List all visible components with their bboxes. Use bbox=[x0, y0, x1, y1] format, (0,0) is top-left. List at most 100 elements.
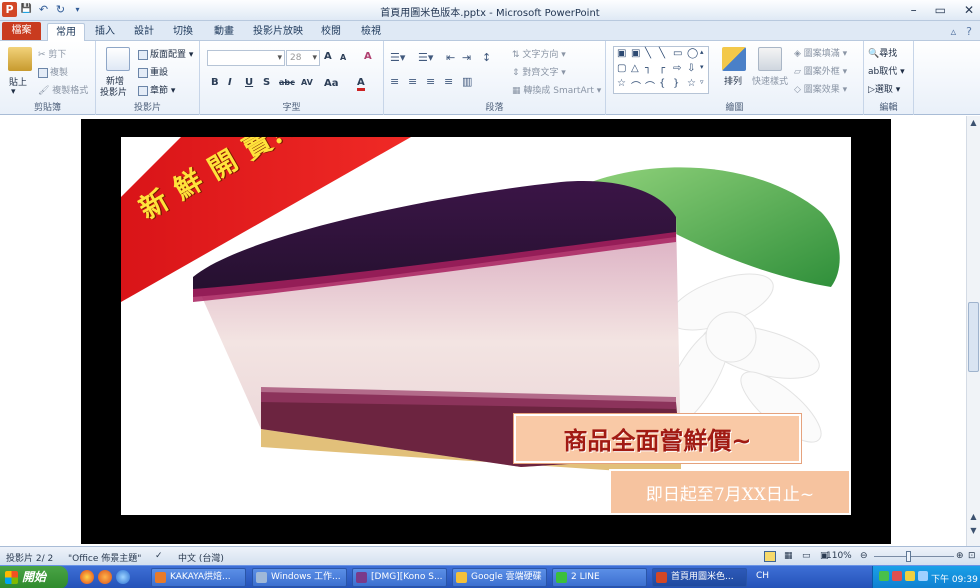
align-center-icon[interactable]: ≡ bbox=[408, 75, 417, 88]
convert-smartart-button[interactable]: ▦ 轉換成 SmartArt ▾ bbox=[512, 83, 601, 96]
brace-shape-icon[interactable]: { bbox=[659, 78, 665, 89]
font-color-button[interactable]: A bbox=[357, 77, 365, 91]
align-left-icon[interactable]: ≡ bbox=[390, 75, 399, 88]
zoom-out-icon[interactable]: ⊖ bbox=[860, 551, 868, 561]
taskbar-item-dmg[interactable]: [DMG][Kono S... bbox=[352, 568, 447, 587]
arrange-button[interactable]: 排列 bbox=[724, 74, 742, 87]
shape-effects-button[interactable]: ◇ 圖案效果 ▾ bbox=[794, 82, 847, 95]
quick-styles-icon[interactable] bbox=[758, 47, 782, 71]
firefox-quicklaunch-icon[interactable] bbox=[98, 570, 112, 584]
arrange-icon[interactable] bbox=[722, 47, 746, 71]
tab-view[interactable]: 檢視 bbox=[354, 23, 388, 41]
select-button[interactable]: ▷選取 ▾ bbox=[868, 82, 900, 95]
bullets-icon[interactable]: ☰▾ bbox=[390, 51, 405, 64]
shape-fill-button[interactable]: ◈ 圖案填滿 ▾ bbox=[794, 46, 847, 59]
right-arrow-shape-icon[interactable]: ⇨ bbox=[673, 63, 681, 74]
tray-icon-2[interactable] bbox=[892, 571, 902, 581]
vertical-textbox-shape-icon[interactable]: ▣ bbox=[631, 48, 640, 59]
tray-icon-3[interactable] bbox=[905, 571, 915, 581]
tab-home[interactable]: 常用 bbox=[47, 23, 85, 41]
triangle-shape-icon[interactable]: △ bbox=[631, 63, 639, 74]
reset-button[interactable]: 重設 bbox=[138, 65, 168, 78]
curve-shape-icon[interactable]: ⌒ bbox=[631, 78, 641, 93]
new-slide-button-line2[interactable]: 投影片 bbox=[100, 85, 127, 98]
tab-transitions[interactable]: 切換 bbox=[166, 23, 200, 41]
scroll-up-page-icon[interactable]: ▲ bbox=[967, 512, 980, 521]
ie-quicklaunch-icon[interactable] bbox=[116, 570, 130, 584]
bold-button[interactable]: B bbox=[211, 77, 219, 88]
cut-button[interactable]: ✂ 剪下 bbox=[38, 47, 66, 60]
taskbar-item-powerpoint[interactable]: 首頁用圖米色... bbox=[652, 568, 747, 587]
input-language-indicator[interactable]: CH bbox=[756, 571, 769, 581]
minimize-button[interactable]: – bbox=[911, 3, 917, 17]
taskbar-item-google-drive[interactable]: Google 雲端硬碟 bbox=[452, 568, 547, 587]
zoom-slider-track[interactable] bbox=[874, 556, 954, 557]
gallery-more-icon[interactable]: ▿ bbox=[700, 78, 704, 86]
tab-file[interactable]: 檔案 bbox=[2, 22, 41, 40]
align-text-button[interactable]: ⇕ 對齊文字 ▾ bbox=[512, 65, 566, 78]
font-name-dropdown[interactable]: ▾ bbox=[207, 50, 285, 66]
quick-styles-button[interactable]: 快速樣式 bbox=[752, 74, 788, 87]
textbox-shape-icon[interactable]: ▣ bbox=[617, 48, 626, 59]
spellcheck-icon[interactable]: ✓ bbox=[155, 551, 163, 561]
collapse-ribbon-icon[interactable]: ▵ bbox=[951, 25, 957, 38]
zoom-slider-thumb[interactable] bbox=[906, 551, 911, 562]
down-arrow-shape-icon[interactable]: ⇩ bbox=[687, 63, 695, 74]
shapes-gallery[interactable]: ▣ ▣ ╲ ╲ ▭ ◯ ▢ △ ┐ ┌ ⇨ ⇩ ☆ ⌒ ⌒ { } ☆ ▴ ▾ … bbox=[613, 46, 709, 94]
decrease-indent-icon[interactable]: ⇤ bbox=[446, 51, 455, 64]
language-status[interactable]: 中文 (台灣) bbox=[178, 551, 224, 564]
gallery-scroll-up-icon[interactable]: ▴ bbox=[700, 48, 704, 56]
gallery-scroll-down-icon[interactable]: ▾ bbox=[700, 63, 704, 71]
tray-icon-4[interactable] bbox=[918, 571, 928, 581]
brace-shape-icon-2[interactable]: } bbox=[673, 78, 679, 89]
help-icon[interactable]: ? bbox=[966, 25, 972, 38]
scroll-down-page-icon[interactable]: ▼ bbox=[967, 526, 980, 535]
scroll-up-icon[interactable]: ▲ bbox=[967, 118, 980, 127]
columns-icon[interactable]: ▥ bbox=[462, 75, 472, 88]
vertical-scrollbar[interactable]: ▲ ▲ ▼ bbox=[966, 116, 980, 546]
arc-shape-icon[interactable]: ⌒ bbox=[645, 78, 655, 93]
rounded-rect-shape-icon[interactable]: ▢ bbox=[617, 63, 626, 74]
copy-button[interactable]: 複製 bbox=[38, 65, 68, 78]
shrink-font-button[interactable]: A bbox=[340, 53, 346, 62]
taskbar-item-kakaya[interactable]: KAKAYA烘焙... bbox=[151, 568, 246, 587]
format-painter-button[interactable]: 🖌 複製格式 bbox=[38, 83, 88, 96]
character-spacing-button[interactable]: AV bbox=[301, 78, 313, 87]
slide-sorter-icon[interactable]: ▦ bbox=[784, 551, 793, 561]
grow-font-button[interactable]: A bbox=[324, 51, 332, 62]
layout-button[interactable]: 版面配置 ▾ bbox=[138, 47, 193, 60]
tab-design[interactable]: 設計 bbox=[127, 23, 161, 41]
maximize-button[interactable]: ▭ bbox=[935, 3, 946, 17]
increase-indent-icon[interactable]: ⇥ bbox=[462, 51, 471, 64]
shape-outline-button[interactable]: ▱ 圖案外框 ▾ bbox=[794, 64, 847, 77]
change-case-button[interactable]: Aa bbox=[324, 78, 339, 89]
text-shadow-button[interactable]: S bbox=[263, 77, 270, 88]
elbow-connector-icon-2[interactable]: ┌ bbox=[659, 63, 665, 74]
elbow-connector-icon[interactable]: ┐ bbox=[645, 63, 651, 74]
clear-formatting-button[interactable]: A bbox=[364, 51, 372, 62]
normal-view-icon[interactable] bbox=[764, 551, 776, 562]
scrollbar-thumb[interactable] bbox=[968, 302, 979, 372]
tray-icon-1[interactable] bbox=[879, 571, 889, 581]
date-box[interactable]: 即日起至7月XX日止~ bbox=[609, 469, 851, 515]
reading-view-icon[interactable]: ▭ bbox=[802, 551, 811, 561]
chrome-quicklaunch-icon[interactable] bbox=[80, 570, 94, 584]
section-button[interactable]: 章節 ▾ bbox=[138, 83, 175, 96]
price-box[interactable]: 商品全面嘗鮮價~ bbox=[514, 414, 801, 463]
font-size-dropdown[interactable]: 28 ▾ bbox=[286, 50, 320, 66]
strikethrough-button[interactable]: abc bbox=[279, 78, 295, 87]
fit-slide-icon[interactable]: ⊡ bbox=[968, 551, 976, 561]
taskbar-item-line[interactable]: 2 LINE bbox=[552, 568, 647, 587]
close-button[interactable]: ✕ bbox=[964, 3, 974, 17]
paste-dropdown-icon[interactable]: ▾ bbox=[11, 87, 16, 97]
underline-button[interactable]: U bbox=[245, 77, 253, 88]
star-shape-icon[interactable]: ☆ bbox=[617, 78, 626, 89]
find-button[interactable]: 🔍尋找 bbox=[868, 46, 897, 59]
zoom-in-icon[interactable]: ⊕ bbox=[956, 551, 964, 561]
rectangle-shape-icon[interactable]: ▭ bbox=[673, 48, 682, 59]
replace-button[interactable]: ab取代 ▾ bbox=[868, 64, 905, 77]
line-spacing-icon[interactable]: ↕ bbox=[482, 51, 491, 64]
line-shape-icon[interactable]: ╲ bbox=[645, 48, 651, 59]
star-shape-icon-2[interactable]: ☆ bbox=[687, 78, 696, 89]
tab-slideshow[interactable]: 投影片放映 bbox=[248, 23, 308, 41]
